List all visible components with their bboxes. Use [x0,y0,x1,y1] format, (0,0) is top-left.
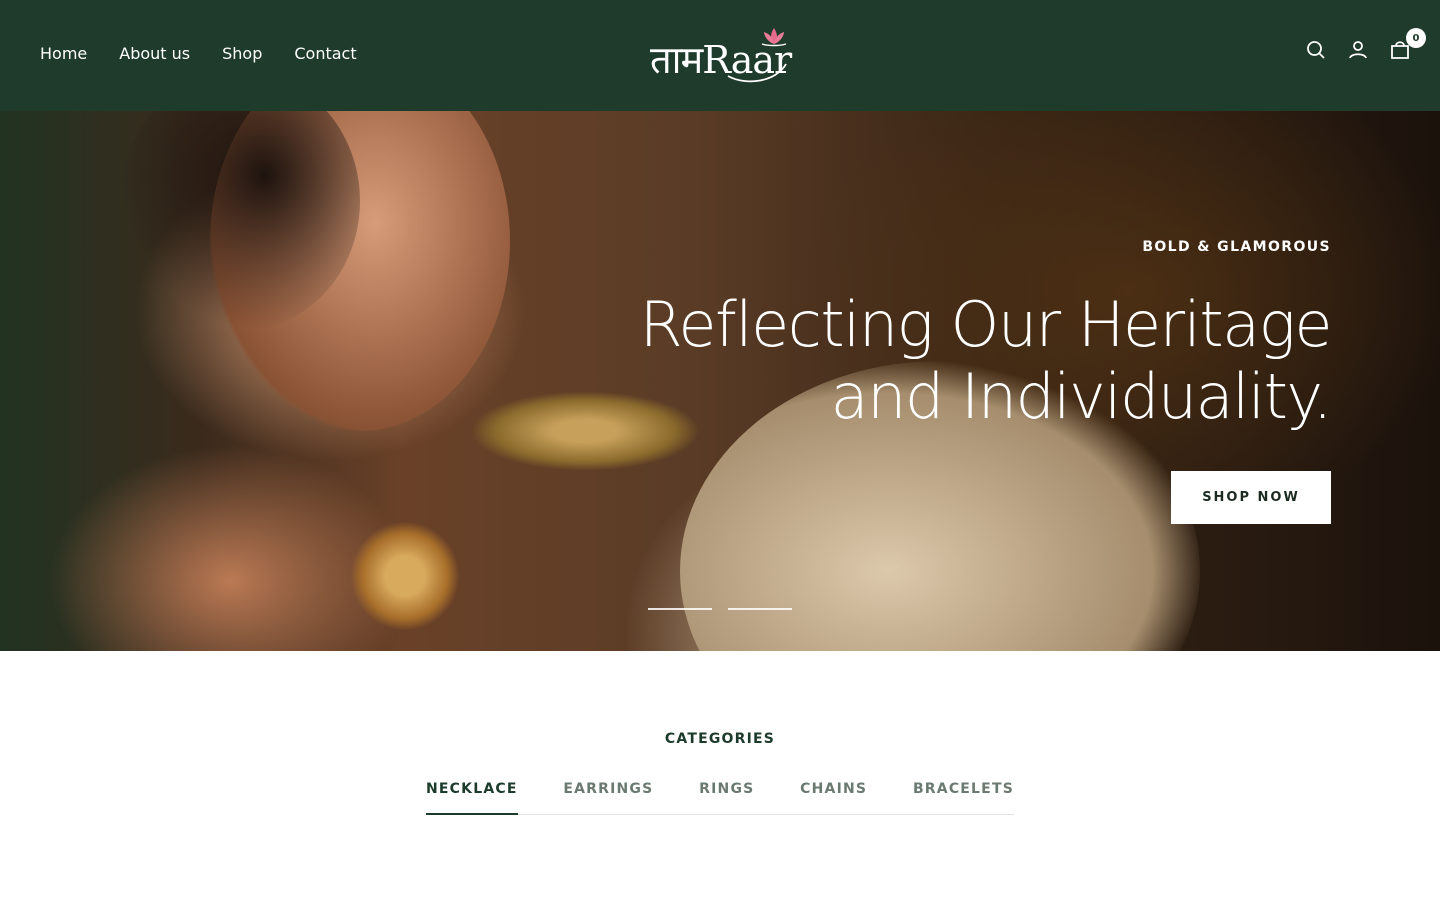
nav-about-link[interactable]: About us [119,43,190,65]
header-actions: 0 [1304,28,1426,62]
slide-dot-1[interactable] [648,608,712,610]
nav-home-link[interactable]: Home [40,43,87,65]
site-header: Home About us Shop Contact तामRaar 0 [0,0,1440,111]
account-icon[interactable] [1346,38,1370,62]
hero-eyebrow: BOLD & GLAMOROUS [1142,239,1331,255]
cart-count-badge: 0 [1406,28,1426,48]
slideshow-pagination [648,608,792,610]
hero-headline: Reflecting Our Heritage and Individualit… [639,288,1333,433]
shop-now-button[interactable]: SHOP NOW [1171,471,1331,524]
categories-title: CATEGORIES [664,731,776,747]
logo-wordmark: तामRaar [650,38,792,82]
tab-earrings[interactable]: EARRINGS [563,779,653,815]
nav-contact-link[interactable]: Contact [294,43,356,65]
tab-bracelets[interactable]: BRACELETS [913,779,1014,815]
category-tabs: NECKLACE EARRINGS RINGS CHAINS BRACELETS [426,779,1014,815]
tab-necklace[interactable]: NECKLACE [426,779,518,815]
nav-shop-link[interactable]: Shop [222,43,262,65]
tab-chains[interactable]: CHAINS [800,779,867,815]
tab-rings[interactable]: RINGS [699,779,754,815]
slide-dot-2[interactable] [728,608,792,610]
cart-icon[interactable]: 0 [1388,28,1426,62]
hero-photo-ring [350,521,460,631]
site-logo[interactable]: तामRaar [646,24,792,88]
hero-banner: BOLD & GLAMOROUS Reflecting Our Heritage… [0,111,1440,651]
search-icon[interactable] [1304,38,1328,62]
main-nav: Home About us Shop Contact [40,43,357,65]
